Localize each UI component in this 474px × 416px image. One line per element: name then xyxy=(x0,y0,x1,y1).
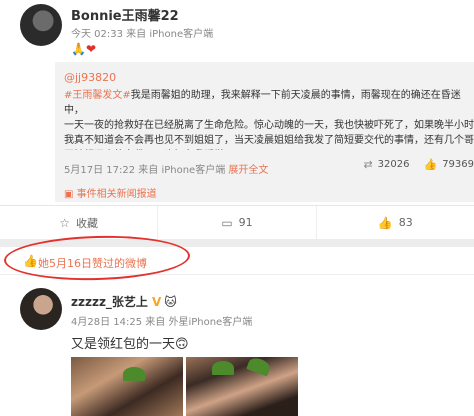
action-bar: ☆ 收藏 ▭ 91 👍 83 xyxy=(0,205,474,239)
like-button[interactable]: 👍 83 xyxy=(317,206,474,239)
post-meta: 今天 02:33 来自 iPhone客户端 xyxy=(71,29,214,40)
avatar[interactable] xyxy=(20,4,62,46)
headband-ear xyxy=(212,361,234,375)
post-emoji: 🙏❤ xyxy=(71,42,96,56)
news-topic: ▣ 事件相关新闻报道 xyxy=(64,189,157,200)
news-icon: ▣ xyxy=(64,189,77,200)
username[interactable]: zzzzz_张艺上 V 🐱 xyxy=(71,293,177,310)
avatar[interactable] xyxy=(20,288,62,330)
post-photo[interactable] xyxy=(71,357,183,416)
expand-link[interactable]: 展开全文 xyxy=(228,165,268,176)
post-photo[interactable] xyxy=(186,357,298,416)
repost-time: 5月17日 17:22 来自 iPhone客户端 xyxy=(64,165,226,176)
like-count[interactable]: 👍 79369 xyxy=(423,158,474,171)
post-meta: 4月28日 14:25 来自 外星iPhone客户端 xyxy=(71,317,253,328)
news-topic-bar[interactable]: ▣ 事件相关新闻报道 xyxy=(55,180,474,202)
favorite-button[interactable]: ☆ 收藏 xyxy=(0,206,159,239)
weibo-post-1: Bonnie王雨馨22 今天 02:33 来自 iPhone客户端 🙏❤ @jj… xyxy=(0,0,474,245)
comment-button[interactable]: ▭ 91 xyxy=(158,206,317,239)
repost-user[interactable]: @jj93820 xyxy=(64,71,116,84)
username[interactable]: Bonnie王雨馨22 xyxy=(71,5,179,24)
repost-stats: ⇄ 32026 👍 79369 xyxy=(349,158,474,171)
repost-icon: ⇄ xyxy=(363,158,373,171)
repost-card[interactable]: @jj93820 #王雨馨发文#我是雨馨姐的助理，我来解释一下前天凌晨的事情，雨… xyxy=(55,62,474,180)
verified-badge: V xyxy=(151,295,162,309)
like-icon: 👍 xyxy=(377,215,393,230)
repost-text: #王雨馨发文#我是雨馨姐的助理，我来解释一下前天凌晨的事情，雨馨现在的确还在昏迷… xyxy=(64,88,474,150)
post-text: 又是领红包的一天🙃 xyxy=(71,337,189,352)
like-icon: 👍 xyxy=(423,158,438,171)
star-icon: ☆ xyxy=(59,215,71,230)
headband-ear xyxy=(246,357,272,377)
topic-tag[interactable]: #王雨馨发文# xyxy=(64,90,131,101)
repost-count[interactable]: ⇄ 32026 xyxy=(363,158,409,171)
headband-ear xyxy=(123,367,145,381)
name-emoji: 🐱 xyxy=(164,295,177,309)
comment-icon: ▭ xyxy=(221,215,233,230)
repost-meta: 5月17日 17:22 来自 iPhone客户端 展开全文 xyxy=(64,161,268,176)
